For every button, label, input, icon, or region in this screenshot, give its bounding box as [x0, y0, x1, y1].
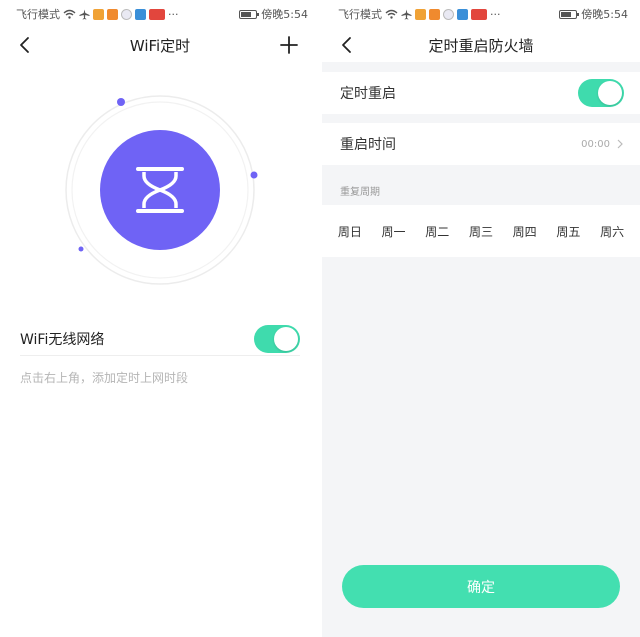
wifi-icon [63, 9, 76, 19]
repeat-days-selector: 周日 周一 周二 周三 周四 周五 周六 [322, 205, 640, 257]
restart-time-label: 重启时间 [340, 137, 396, 153]
back-arrow-icon[interactable] [14, 34, 36, 56]
restart-time-row[interactable]: 重启时间 00:00 [322, 123, 640, 165]
scheduled-restart-toggle[interactable] [578, 79, 624, 107]
app-notification-icon [135, 8, 146, 20]
airplane-icon [401, 9, 412, 19]
app-notification-icon [107, 8, 118, 20]
wifi-network-row: WiFi无线网络 [20, 322, 300, 356]
status-bar: 飞行模式 ··· 傍晚5:54 [0, 0, 320, 28]
confirm-button[interactable]: 确定 [342, 565, 620, 608]
toggle-knob [598, 81, 622, 105]
empty-hint: 点击右上角，添加定时上网时段 [20, 371, 189, 385]
day-thursday[interactable]: 周四 [511, 219, 539, 244]
battery-icon [239, 9, 260, 19]
app-notification-icon [149, 8, 165, 20]
chevron-right-icon [617, 139, 623, 149]
firewall-restart-screen: 飞行模式 ··· 傍晚5:54 定时重启防火墙 定时重启 重启时间 00:00 … [320, 0, 640, 637]
page-title: WiFi定时 [129, 36, 191, 55]
toggle-knob [274, 326, 298, 351]
airplane-mode-label: 飞行模式 [338, 8, 382, 21]
wifi-network-toggle[interactable] [254, 324, 300, 353]
wifi-timer-screen: 飞行模式 ··· 傍晚5:54 WiFi定时 WiFi无线网络 点击右上角，添加… [0, 0, 320, 637]
app-notification-icon [443, 8, 454, 20]
airplane-mode-label: 飞行模式 [16, 8, 60, 21]
restart-time-text: 00:00 [581, 138, 610, 150]
restart-time-value[interactable]: 00:00 [581, 139, 624, 150]
orbit-dot [250, 171, 258, 179]
app-notification-icon [471, 8, 487, 20]
clock: 傍晚5:54 [581, 8, 628, 21]
app-notification-icon [429, 8, 440, 20]
day-sunday[interactable]: 周日 [336, 219, 364, 244]
day-wednesday[interactable]: 周三 [467, 219, 495, 244]
scheduled-restart-row: 定时重启 [322, 72, 640, 114]
battery-icon [559, 9, 580, 19]
clock: 傍晚5:54 [261, 8, 308, 21]
orbit-dot [78, 246, 84, 252]
airplane-icon [79, 9, 90, 19]
page-title: 定时重启防火墙 [428, 36, 534, 55]
wifi-network-label: WiFi无线网络 [20, 331, 105, 348]
nav-bar: WiFi定时 [0, 28, 320, 62]
app-notification-icon [121, 8, 132, 20]
wifi-icon [385, 9, 398, 19]
timer-illustration [62, 92, 258, 288]
orbit-dot [117, 98, 125, 106]
back-arrow-icon[interactable] [336, 34, 358, 56]
status-bar: 飞行模式 ··· 傍晚5:54 [322, 0, 640, 28]
more-notifications: ··· [490, 7, 501, 21]
app-notification-icon [415, 8, 426, 20]
day-tuesday[interactable]: 周二 [423, 219, 451, 244]
more-notifications: ··· [168, 7, 179, 21]
day-saturday[interactable]: 周六 [598, 219, 626, 244]
day-friday[interactable]: 周五 [554, 219, 582, 244]
nav-bar: 定时重启防火墙 [322, 28, 640, 62]
app-notification-icon [457, 8, 468, 20]
day-monday[interactable]: 周一 [380, 219, 408, 244]
repeat-cycle-title: 重复周期 [340, 187, 380, 198]
add-icon[interactable] [278, 34, 300, 56]
scheduled-restart-label: 定时重启 [340, 86, 396, 102]
app-notification-icon [93, 8, 104, 20]
